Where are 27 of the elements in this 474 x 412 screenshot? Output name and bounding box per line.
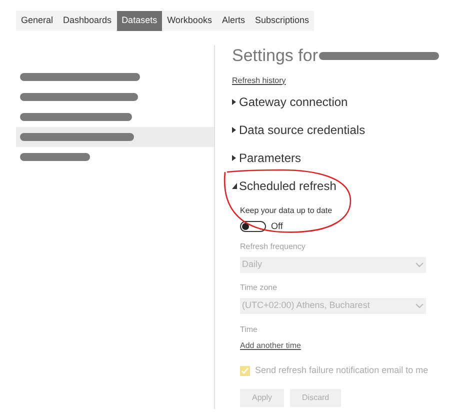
chevron-down-icon [415, 262, 424, 268]
tab[interactable]: Datasets [116, 11, 162, 31]
field-label: Time [240, 324, 258, 336]
add-time-link[interactable]: Add another time [240, 340, 301, 352]
tab[interactable]: Subscriptions [250, 11, 314, 31]
triangle-right-icon [232, 98, 237, 104]
section-header[interactable]: Data source credentials [232, 120, 366, 138]
settings-title: Settings for [232, 45, 318, 67]
field-label: Time zone [240, 282, 278, 294]
triangle-right-icon [232, 154, 237, 160]
chevron-down-icon [415, 303, 424, 309]
redaction-mark [20, 153, 90, 161]
triangle-down-icon [232, 182, 237, 188]
section-header[interactable]: Scheduled refresh [232, 176, 336, 194]
section-header[interactable]: Gateway connection [232, 92, 348, 110]
section-header[interactable]: Parameters [232, 148, 302, 166]
refresh-history-link[interactable]: Refresh history [232, 74, 286, 86]
toggle-state: Off [271, 220, 283, 232]
checkbox-label: Send refresh failure notification email to me [255, 364, 428, 377]
toggle-label: Keep your data up to date [240, 204, 334, 216]
tab[interactable]: General [16, 11, 58, 31]
dataset-item[interactable] [16, 127, 214, 147]
field-label: Refresh frequency [240, 241, 306, 253]
tab[interactable]: Workbooks [162, 11, 217, 31]
tab[interactable]: Dashboards [58, 11, 117, 31]
tab[interactable]: Alerts [216, 11, 250, 31]
triangle-right-icon [232, 126, 237, 132]
